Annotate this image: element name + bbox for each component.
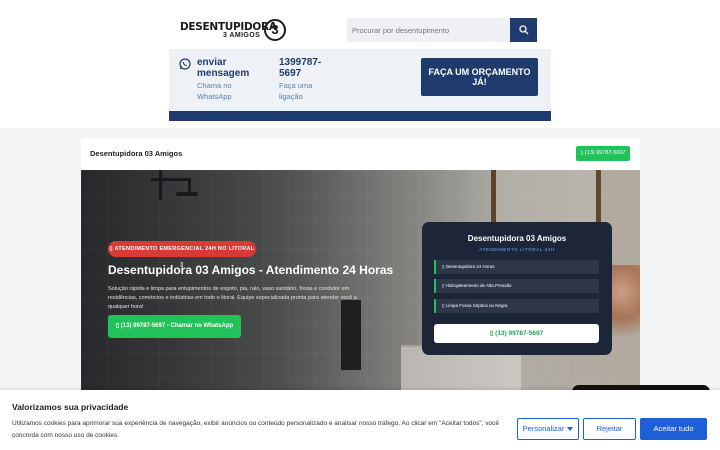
search-icon	[518, 25, 528, 35]
feature-item: ▯ Desentupidora 24 Horas	[434, 260, 599, 274]
logo-subtext: 3 AMIGOS	[223, 32, 261, 39]
hero-description: Solução rápida e limpa para entupimentos…	[108, 286, 357, 310]
cookie-text: Utilizamos cookies para aprimorar sua ex…	[12, 420, 499, 439]
customize-button[interactable]: Personalizar	[517, 418, 579, 440]
phone-link[interactable]: 1399787-5697	[279, 57, 339, 79]
content-card-header: Desentupidora 03 Amigos ▯ (13) 99787-569…	[81, 139, 640, 170]
whatsapp-link[interactable]: enviar mensagem	[197, 57, 261, 79]
cookie-banner: Valorizamos sua privacidade Utilizamos c…	[0, 390, 720, 450]
feature-item: ▯ Hidrojateamento de Alta Pressão	[434, 279, 599, 293]
reject-button[interactable]: Rejeitar	[583, 418, 636, 440]
accept-all-button[interactable]: Aceitar tudo	[640, 418, 707, 440]
site-header: DESENTUPIDORA 3 AMIGOS 3 enviar mensagem…	[0, 0, 720, 128]
site-logo[interactable]: DESENTUPIDORA 3 AMIGOS 3	[180, 18, 290, 44]
panel-subtitle: ATENDIMENTO LITORAL 24H	[479, 247, 555, 252]
hero-banner: ▯ ATENDIMENTO EMERGENCIAL 24H NO LITORAL…	[81, 170, 640, 395]
phone-sublabel: Faça uma ligação	[279, 81, 313, 101]
whatsapp-cta-button[interactable]: ▯ (13) 99787-5697 - Chamar no WhatsApp	[108, 315, 241, 338]
customize-label: Personalizar	[522, 424, 565, 433]
nav-bar	[169, 111, 551, 121]
quote-button[interactable]: FAÇA UM ORÇAMENTO JÁ!	[421, 58, 538, 96]
card-phone-button[interactable]: ▯ (13) 99787-5697	[576, 146, 630, 161]
contact-box: enviar mensagem Chama no WhatsApp 139978…	[169, 49, 551, 111]
card-title: Desentupidora 03 Amigos	[90, 149, 183, 158]
logo-mark-icon: 3	[264, 19, 286, 41]
panel-phone-button[interactable]: ▯ (13) 99787-5697	[434, 324, 599, 343]
chevron-down-icon	[567, 427, 574, 432]
search-button[interactable]	[510, 18, 537, 42]
search-input[interactable]	[347, 18, 510, 42]
hero-title: Desentupidora 03 Amigos - Atendimento 24…	[108, 263, 394, 277]
panel-title: Desentupidora 03 Amigos	[467, 234, 567, 243]
services-panel: Desentupidora 03 Amigos ATENDIMENTO LITO…	[422, 222, 612, 355]
whatsapp-sublabel: Chama no WhatsApp	[197, 81, 232, 101]
emergency-badge: ▯ ATENDIMENTO EMERGENCIAL 24H NO LITORAL…	[108, 241, 256, 268]
feature-item: ▯ Limpa Fossa Séptica ou Negra	[434, 299, 599, 313]
whatsapp-icon	[179, 58, 191, 70]
cookie-title: Valorizamos sua privacidade	[12, 402, 129, 412]
